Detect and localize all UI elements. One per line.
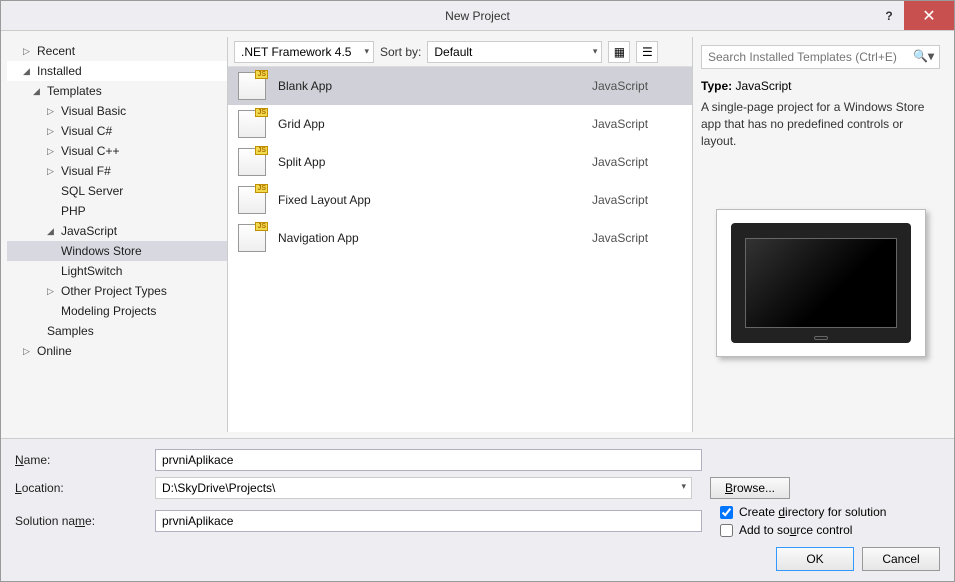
template-preview xyxy=(716,209,926,357)
cancel-button[interactable]: Cancel xyxy=(862,547,940,571)
category-fsharp[interactable]: ▷Visual F# xyxy=(7,161,227,181)
search-input[interactable] xyxy=(701,45,940,69)
category-samples[interactable]: Samples xyxy=(7,321,227,341)
template-icon: JS xyxy=(238,148,266,176)
template-item[interactable]: JS Grid App JavaScript xyxy=(228,105,692,143)
template-lang: JavaScript xyxy=(592,79,682,93)
category-modeling[interactable]: Modeling Projects xyxy=(7,301,227,321)
name-label: Name: xyxy=(15,453,145,467)
help-button[interactable]: ? xyxy=(874,1,904,30)
type-label: Type: JavaScript xyxy=(701,79,940,93)
category-javascript[interactable]: ◢JavaScript xyxy=(7,221,227,241)
category-windows-store[interactable]: Windows Store xyxy=(7,241,227,261)
title-bar: New Project ? ✕ xyxy=(1,1,954,31)
category-online[interactable]: ▷Online xyxy=(7,341,227,361)
framework-combo[interactable]: .NET Framework 4.5 xyxy=(234,41,374,63)
view-list-button[interactable]: ☰ xyxy=(636,41,658,63)
add-source-control-checkbox[interactable]: Add to source control xyxy=(720,523,940,537)
category-recent[interactable]: ▷Recent xyxy=(7,41,227,61)
solution-name-label: Solution name: xyxy=(15,514,145,528)
template-icon: JS xyxy=(238,110,266,138)
category-cpp[interactable]: ▷Visual C++ xyxy=(7,141,227,161)
category-php[interactable]: PHP xyxy=(7,201,227,221)
template-lang: JavaScript xyxy=(592,155,682,169)
close-button[interactable]: ✕ xyxy=(904,1,954,30)
category-vb[interactable]: ▷Visual Basic xyxy=(7,101,227,121)
category-other-types[interactable]: ▷Other Project Types xyxy=(7,281,227,301)
details-pane: 🔍▾ Type: JavaScript A single-page projec… xyxy=(693,37,948,432)
browse-button[interactable]: Browse... xyxy=(710,477,790,499)
template-lang: JavaScript xyxy=(592,231,682,245)
category-installed[interactable]: ◢Installed xyxy=(7,61,227,81)
form-area: Name: Location: Browse... Solution name:… xyxy=(1,438,954,581)
template-lang: JavaScript xyxy=(592,117,682,131)
template-item[interactable]: JS Split App JavaScript xyxy=(228,143,692,181)
template-name: Navigation App xyxy=(278,231,580,245)
category-sidebar: ▷Recent ◢Installed ◢Templates ▷Visual Ba… xyxy=(7,37,227,432)
view-tiles-button[interactable]: ▦ xyxy=(608,41,630,63)
category-sqlserver[interactable]: SQL Server xyxy=(7,181,227,201)
dialog-title: New Project xyxy=(445,9,510,23)
template-toolbar: .NET Framework 4.5 Sort by: Default ▦ ☰ xyxy=(228,37,692,67)
tablet-icon xyxy=(731,223,911,343)
search-icon[interactable]: 🔍▾ xyxy=(913,49,934,63)
template-item[interactable]: JS Fixed Layout App JavaScript xyxy=(228,181,692,219)
template-name: Fixed Layout App xyxy=(278,193,580,207)
ok-button[interactable]: OK xyxy=(776,547,854,571)
template-item[interactable]: JS Blank App JavaScript xyxy=(228,67,692,105)
sort-label: Sort by: xyxy=(380,45,421,59)
create-directory-checkbox[interactable]: Create directory for solution xyxy=(720,505,940,519)
template-icon: JS xyxy=(238,186,266,214)
template-list: JS Blank App JavaScript JS Grid App JavaScrip… xyxy=(228,67,692,432)
template-item[interactable]: JS Navigation App JavaScript xyxy=(228,219,692,257)
template-name: Grid App xyxy=(278,117,580,131)
category-lightswitch[interactable]: LightSwitch xyxy=(7,261,227,281)
template-lang: JavaScript xyxy=(592,193,682,207)
template-name: Split App xyxy=(278,155,580,169)
name-input[interactable] xyxy=(155,449,702,471)
location-label: Location: xyxy=(15,481,145,495)
location-input[interactable] xyxy=(155,477,692,499)
category-csharp[interactable]: ▷Visual C# xyxy=(7,121,227,141)
category-templates[interactable]: ◢Templates xyxy=(7,81,227,101)
template-icon: JS xyxy=(238,72,266,100)
template-icon: JS xyxy=(238,224,266,252)
template-name: Blank App xyxy=(278,79,580,93)
solution-name-input[interactable] xyxy=(155,510,702,532)
template-description: A single-page project for a Windows Stor… xyxy=(701,99,940,149)
sort-combo[interactable]: Default xyxy=(427,41,602,63)
